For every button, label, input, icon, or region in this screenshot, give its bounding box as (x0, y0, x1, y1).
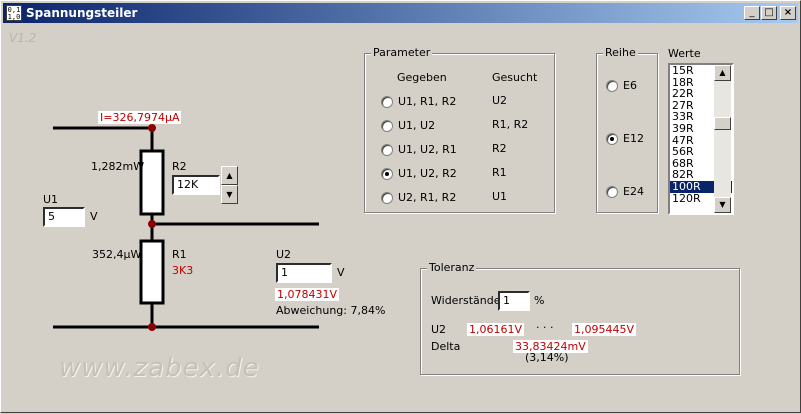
r1-power-label: 352,4µW (92, 248, 142, 261)
parameter-legend: Parameter (371, 46, 433, 59)
sought-header: Gesucht (492, 71, 538, 84)
node-middle (148, 220, 156, 228)
toleranz-group: Toleranz Widerstände 1 % U2 1,06161V · ·… (420, 261, 740, 375)
deviation-label: Abweichung: 7,84% (276, 304, 386, 317)
r1-value: 3K3 (172, 264, 194, 277)
parameter-sought-label: R1, R2 (492, 118, 529, 131)
werte-label: Werte (668, 47, 701, 60)
reihe-option-e12[interactable]: E12 (606, 132, 644, 145)
u2-actual-readout: 1,078431V (275, 288, 340, 301)
reihe-option-label: E6 (623, 79, 637, 92)
r2-input[interactable]: 12K (172, 175, 220, 195)
radio-icon[interactable] (381, 191, 393, 204)
parameter-given-label: U1, U2, R1 (398, 143, 457, 156)
node-top (148, 124, 156, 132)
current-readout: I=326,7974µA (98, 111, 182, 124)
parameter-given-label: U1, R1, R2 (398, 95, 457, 108)
resistor-r2 (139, 149, 165, 216)
app-window: 0,1 1,0 Spannungsteiler _ □ × V1.2 I=326,… (0, 0, 801, 413)
u2-input[interactable]: 1 (276, 263, 332, 283)
r2-spin-down[interactable]: ▼ (221, 185, 238, 204)
scroll-up-button[interactable]: ▲ (714, 65, 731, 81)
range-separator: · · · (536, 321, 554, 334)
reihe-option-e6[interactable]: E6 (606, 79, 637, 92)
node-bottom (148, 323, 156, 331)
parameter-option-2[interactable]: U1, U2 (381, 119, 435, 132)
tolerance-input[interactable]: 1 (498, 291, 530, 311)
radio-icon[interactable] (381, 119, 393, 132)
u2-label: U2 (276, 248, 292, 261)
parameter-given-label: U1, U2 (398, 119, 436, 132)
tolerance-label: Widerstände (431, 294, 501, 307)
u2-max-readout: 1,095445V (572, 323, 637, 336)
u2-unit: V (337, 266, 345, 279)
r2-power-label: 1,282mW (91, 160, 145, 173)
delta-percent: (3,14%) (525, 351, 569, 364)
parameter-option-5[interactable]: U2, R1, R2 (381, 191, 456, 204)
u1-unit: V (90, 210, 98, 223)
parameter-option-4[interactable]: U1, U2, R2 (381, 167, 457, 180)
radio-icon[interactable] (606, 132, 618, 145)
reihe-option-e24[interactable]: E24 (606, 185, 644, 198)
tolerance-unit: % (534, 294, 545, 307)
parameter-sought-label: U2 (492, 94, 508, 107)
parameter-given-label: U2, R1, R2 (398, 191, 457, 204)
reihe-legend: Reihe (603, 46, 638, 59)
r1-label: R1 (172, 248, 187, 261)
watermark: www.zabex.de (59, 353, 260, 383)
werte-scrollbar[interactable]: ▲ ▼ (714, 65, 731, 213)
r2-spin-up[interactable]: ▲ (221, 166, 238, 185)
radio-icon[interactable] (381, 95, 393, 108)
reihe-option-label: E24 (623, 185, 644, 198)
given-header: Gegeben (397, 71, 447, 84)
reihe-option-label: E12 (623, 132, 644, 145)
parameter-option-1[interactable]: U1, R1, R2 (381, 95, 456, 108)
parameter-group: Parameter Gegeben Gesucht U1, R1, R2 U2 U1… (364, 46, 555, 213)
parameter-sought-label: U1 (492, 190, 508, 203)
r2-label: R2 (172, 160, 187, 173)
radio-icon[interactable] (381, 143, 393, 156)
parameter-given-label: U1, U2, R2 (398, 167, 457, 180)
radio-icon[interactable] (606, 79, 618, 92)
scroll-down-button[interactable]: ▼ (714, 197, 731, 213)
delta-label: Delta (431, 340, 461, 353)
u1-input[interactable]: 5 (43, 207, 85, 227)
radio-icon[interactable] (606, 185, 618, 198)
resistor-r1 (139, 239, 165, 305)
parameter-sought-label: R2 (492, 142, 507, 155)
u2-min-readout: 1,06161V (467, 323, 525, 336)
parameter-option-3[interactable]: U1, U2, R1 (381, 143, 457, 156)
reihe-group: Reihe E6 E12 E24 (596, 46, 658, 213)
u1-label: U1 (43, 193, 59, 206)
parameter-sought-label: R1 (492, 166, 507, 179)
radio-icon[interactable] (381, 167, 393, 180)
toleranz-legend: Toleranz (427, 261, 477, 274)
scroll-thumb[interactable] (714, 117, 731, 130)
tol-u2-label: U2 (431, 323, 447, 336)
